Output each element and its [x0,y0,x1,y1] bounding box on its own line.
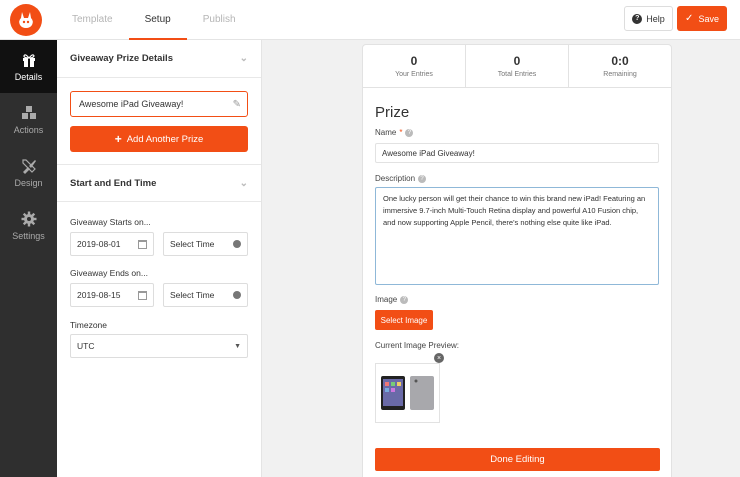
stat-value: 0 [410,54,418,68]
start-end-section: Start and End Time ⌄ [57,164,261,202]
stat-remaining: 0:0 Remaining [569,45,671,87]
stat-label: Remaining [603,71,637,78]
help-tooltip-icon[interactable]: ? [418,174,427,183]
add-another-prize-button[interactable]: + Add Another Prize [70,126,248,152]
calendar-icon [138,290,147,300]
step-tabs: Template Setup Publish [56,0,252,40]
chevron-down-icon: ⌄ [239,53,248,64]
chevron-down-icon: ⌄ [239,177,248,189]
prize-name-input[interactable]: Awesome iPad Giveaway! [375,143,659,163]
name-label: Name [375,128,397,137]
required-marker: * [399,128,403,137]
prize-item-name: Awesome iPad Giveaway! [79,99,184,109]
description-label-row: Description ? [375,174,427,183]
end-time-input[interactable]: Select Time [163,283,248,307]
end-date-input[interactable]: 2019-08-15 [70,283,154,307]
help-tooltip-icon[interactable]: ? [400,295,409,304]
tab-setup[interactable]: Setup [128,0,187,40]
start-date-input[interactable]: 2019-08-01 [70,232,154,256]
gear-icon [21,211,36,226]
save-button[interactable]: ✓ Save [677,6,727,31]
description-label: Description [375,174,416,183]
ipad-image [380,376,434,410]
left-sidebar: Details Actions Design Settings [0,40,57,477]
rafflepress-logo [10,4,42,36]
start-end-title: Start and End Time [70,177,157,189]
entry-stats: 0 Your Entries 0 Total Entries 0:0 Remai… [363,45,671,88]
plus-icon: + [114,132,122,146]
start-end-header[interactable]: Start and End Time ⌄ [57,164,261,202]
stat-label: Total Entries [497,71,537,78]
tab-publish[interactable]: Publish [187,0,252,40]
stat-total-entries: 0 Total Entries [466,45,569,87]
clock-icon [233,291,241,299]
clock-icon [233,240,241,248]
prize-details-title: Giveaway Prize Details [70,53,173,64]
name-label-row: Name * ? [375,128,414,137]
image-preview [375,363,440,423]
cubes-icon [21,105,36,119]
question-circle-icon: ? [632,13,643,24]
image-label: Image [375,295,398,304]
gift-icon [22,53,35,67]
sidebar-item-settings[interactable]: Settings [0,199,57,252]
stat-your-entries: 0 Your Entries [363,45,466,87]
stat-label: Your Entries [395,71,433,78]
timezone-select[interactable]: UTC ▼ [70,334,248,358]
checkmark-icon: ✓ [685,13,694,24]
end-time-placeholder: Select Time [170,290,215,300]
tab-template[interactable]: Template [56,0,129,40]
top-bar: Template Setup Publish ? Help ✓ Save [0,0,740,40]
caret-down-icon: ▼ [234,342,241,350]
prize-section-title: Prize [375,104,410,121]
starts-label: Giveaway Starts on... [70,217,151,227]
ends-label: Giveaway Ends on... [70,268,148,278]
select-image-button[interactable]: Select Image [375,310,433,330]
timezone-label: Timezone [70,320,108,330]
paint-brush-icon [21,158,36,174]
giveaway-preview-card: 0 Your Entries 0 Total Entries 0:0 Remai… [362,44,672,477]
done-editing-button[interactable]: Done Editing [375,448,660,471]
stat-value: 0:0 [611,54,629,68]
start-time-input[interactable]: Select Time [163,232,248,256]
help-tooltip-icon[interactable]: ? [405,128,414,137]
image-label-row: Image ? [375,295,409,304]
sidebar-item-label: Actions [13,124,44,135]
sidebar-item-actions[interactable]: Actions [0,93,57,146]
end-date-value: 2019-08-15 [77,290,121,300]
start-time-placeholder: Select Time [170,239,215,249]
save-label: Save [698,13,719,24]
sidebar-item-design[interactable]: Design [0,146,57,199]
prize-details-header[interactable]: Giveaway Prize Details ⌄ [57,40,261,78]
add-prize-label: Add Another Prize [126,133,204,145]
start-date-value: 2019-08-01 [77,239,121,249]
settings-panel: Giveaway Prize Details ⌄ Awesome iPad Gi… [57,40,262,477]
sidebar-item-label: Design [14,177,43,188]
help-button[interactable]: ? Help [624,6,673,31]
stat-value: 0 [513,54,521,68]
description-textarea[interactable]: One lucky person will get their chance t… [375,187,659,285]
prize-item[interactable]: Awesome iPad Giveaway! ✎ [70,91,248,117]
sidebar-item-label: Details [14,71,43,82]
remove-image-icon[interactable]: × [434,353,444,363]
sidebar-item-label: Settings [12,230,45,241]
current-preview-label: Current Image Preview: [375,341,460,350]
timezone-value: UTC [77,341,95,351]
pencil-icon[interactable]: ✎ [233,99,241,110]
calendar-icon [138,239,147,249]
sidebar-item-details[interactable]: Details [0,40,57,93]
rabbit-logo-icon [19,12,33,28]
help-label: Help [646,13,665,24]
